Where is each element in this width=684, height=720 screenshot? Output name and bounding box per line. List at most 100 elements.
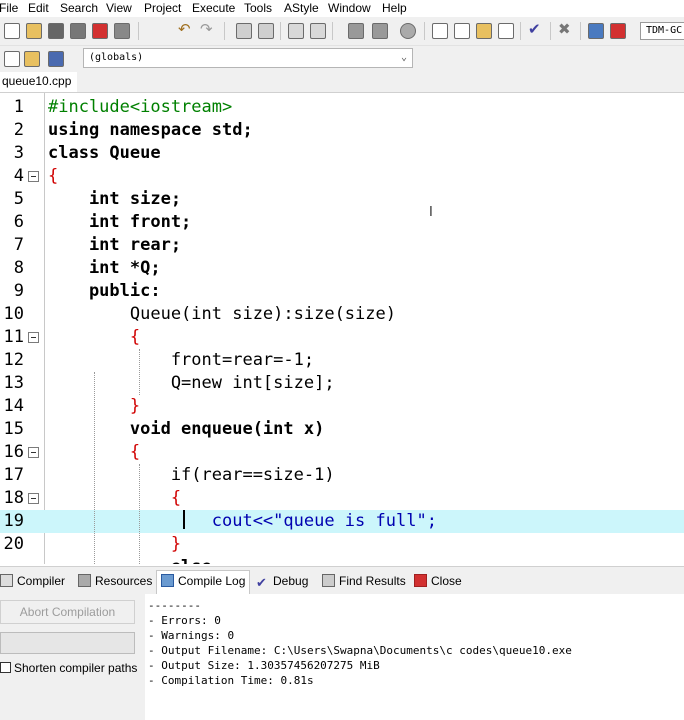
menu-edit[interactable]: Edit (28, 1, 49, 15)
code-text: Q=new int[size]; (48, 373, 335, 393)
menu-tools[interactable]: Tools (244, 1, 272, 15)
code-editor[interactable]: 1 #include<iostream> 2 using namespace s… (0, 93, 684, 564)
menu-file[interactable]: File (0, 1, 18, 15)
check-icon[interactable]: ✔ (528, 22, 544, 39)
project-new-icon[interactable] (4, 51, 20, 67)
line-number: 1 (13, 97, 24, 117)
check-icon: ✔ (256, 575, 267, 590)
line-number: 7 (13, 235, 24, 255)
stop-circle-icon[interactable] (400, 23, 416, 39)
code-line: 9 public: (0, 280, 684, 303)
menu-project[interactable]: Project (144, 1, 181, 15)
tab-compile-log[interactable]: Compile Log (156, 570, 251, 595)
shorten-paths-checkbox[interactable]: Shorten compiler paths (0, 660, 137, 676)
scope-dropdown[interactable]: (globals) ⌄ (83, 48, 413, 68)
code-text: } (48, 534, 182, 554)
code-line: 4 { (0, 165, 684, 188)
find-icon[interactable] (236, 23, 252, 39)
run-icon[interactable] (454, 23, 470, 39)
menu-execute[interactable]: Execute (192, 1, 235, 15)
toggle-bookmark-icon[interactable] (348, 23, 364, 39)
menu-astyle[interactable]: AStyle (284, 1, 319, 15)
log-line: - Errors: 0 (148, 614, 221, 627)
line-number: 20 (3, 534, 24, 554)
chart-icon[interactable] (588, 23, 604, 39)
compile-icon[interactable] (432, 23, 448, 39)
menu-search[interactable]: Search (60, 1, 98, 15)
line-number: 17 (3, 465, 24, 485)
code-line: else (0, 556, 684, 564)
menu-view[interactable]: View (106, 1, 132, 15)
toolbar-separator (520, 22, 521, 40)
menu-help[interactable]: Help (382, 1, 407, 15)
code-line: 17 if(rear==size-1) (0, 464, 684, 487)
log-line: -------- (148, 599, 201, 612)
code-line: 6 int front; (0, 211, 684, 234)
profile-icon[interactable] (610, 23, 626, 39)
tab-close-label: Close (431, 574, 462, 588)
log-line: - Warnings: 0 (148, 629, 235, 642)
code-text: else (48, 556, 212, 564)
line-number: 3 (13, 143, 24, 163)
code-text: void enqueue(int x) (48, 419, 325, 439)
code-text: { (48, 327, 141, 347)
project-add-icon[interactable] (24, 51, 40, 67)
close-file-icon[interactable] (92, 23, 108, 39)
replace-icon[interactable] (258, 23, 274, 39)
tab-compile-log-label: Compile Log (178, 574, 246, 588)
rebuild-icon[interactable] (498, 23, 514, 39)
abort-compilation-button[interactable]: Abort Compilation (0, 600, 135, 624)
toolbar-separator (550, 22, 551, 40)
indent-guide (94, 372, 96, 564)
compile-log-tab-icon (161, 574, 174, 587)
compile-log-output[interactable]: -------- - Errors: 0 - Warnings: 0 - Out… (145, 594, 684, 720)
shorten-paths-label: Shorten compiler paths (14, 661, 138, 675)
code-text: { (48, 166, 59, 186)
line-number: 13 (3, 373, 24, 393)
file-tab-queue10[interactable]: queue10.cpp (0, 72, 78, 92)
compiler-select[interactable]: TDM-GC (640, 22, 684, 40)
indent-icon[interactable] (310, 23, 326, 39)
line-number: 6 (13, 212, 24, 232)
code-line: 13 Q=new int[size]; (0, 372, 684, 395)
code-line: 8 int *Q; (0, 257, 684, 280)
fold-toggle-icon[interactable] (28, 332, 39, 343)
line-number: 10 (3, 304, 24, 324)
new-file-icon[interactable] (4, 23, 20, 39)
code-text: int front; (48, 212, 192, 232)
compiler-tab-icon (0, 574, 13, 587)
text-caret (183, 510, 185, 529)
main-toolbar: ↶ ↷ ✔ ✖ TDM-GC (0, 17, 684, 46)
tab-find-results-label: Find Results (339, 574, 406, 588)
line-number: 14 (3, 396, 24, 416)
line-number: 8 (13, 258, 24, 278)
compile-run-icon[interactable] (476, 23, 492, 39)
indent-guide (139, 464, 141, 564)
tab-find-results[interactable]: Find Results (322, 571, 406, 591)
redo-icon[interactable]: ↷ (200, 22, 216, 39)
tab-close[interactable]: Close (414, 571, 462, 591)
open-icon[interactable] (26, 23, 42, 39)
checkbox-icon[interactable] (0, 662, 11, 673)
line-number: 5 (13, 189, 24, 209)
fold-toggle-icon[interactable] (28, 447, 39, 458)
goto-icon[interactable] (288, 23, 304, 39)
fold-toggle-icon[interactable] (28, 493, 39, 504)
save-all-icon[interactable] (70, 23, 86, 39)
menu-window[interactable]: Window (328, 1, 371, 15)
code-line: 14 } (0, 395, 684, 418)
save-icon[interactable] (48, 23, 64, 39)
fold-toggle-icon[interactable] (28, 171, 39, 182)
tab-resources[interactable]: Resources (78, 571, 152, 591)
tab-compiler[interactable]: Compiler (0, 571, 65, 591)
next-bookmark-icon[interactable] (372, 23, 388, 39)
stop-icon[interactable]: ✖ (558, 22, 574, 39)
project-remove-icon[interactable] (48, 51, 64, 67)
undo-icon[interactable]: ↶ (178, 22, 194, 39)
toolbar-separator (332, 22, 333, 40)
tab-debug[interactable]: ✔ Debug (256, 571, 308, 591)
print-icon[interactable] (114, 23, 130, 39)
code-text: if(rear==size-1) (48, 465, 335, 485)
tab-debug-label: Debug (273, 574, 309, 588)
editor-tab-bar: queue10.cpp (0, 72, 684, 93)
